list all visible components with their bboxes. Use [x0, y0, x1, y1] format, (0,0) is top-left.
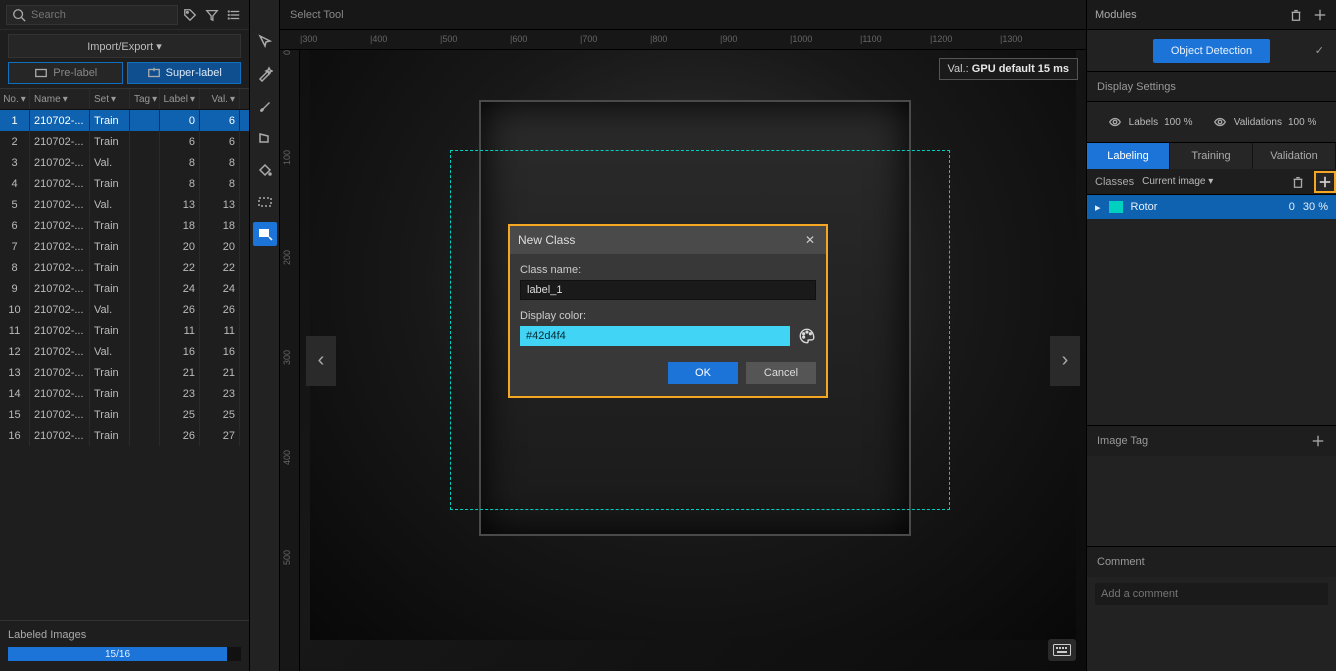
prelabel-icon: [33, 65, 49, 81]
tab-training[interactable]: Training: [1170, 143, 1253, 169]
progress-bar: 15/16: [8, 647, 241, 661]
col-name-header[interactable]: Name▾: [30, 89, 90, 109]
list-icon[interactable]: [226, 7, 242, 23]
class-item[interactable]: ▸ Rotor 0 30 %: [1087, 195, 1336, 219]
delete-class-icon[interactable]: [1290, 174, 1306, 190]
table-row[interactable]: 16210702-...Train2627: [0, 425, 249, 446]
modules-title: Modules: [1095, 9, 1137, 21]
tool-rect-select[interactable]: [253, 190, 277, 214]
comment-input[interactable]: [1095, 583, 1328, 605]
class-name-label: Class name:: [520, 264, 816, 276]
superlabel-label: Super-label: [166, 67, 222, 79]
color-preview[interactable]: #42d4f4: [520, 326, 790, 346]
new-class-dialog: New Class ✕ Class name: Display color: #…: [508, 224, 828, 398]
delete-module-icon[interactable]: [1288, 7, 1304, 23]
table-row[interactable]: 6210702-...Train1818: [0, 215, 249, 236]
tool-strip: [250, 0, 280, 671]
next-image-button[interactable]: ›: [1050, 336, 1080, 386]
class-pct: 30 %: [1303, 201, 1328, 213]
labeled-title: Labeled Images: [8, 629, 241, 641]
tab-validation[interactable]: Validation: [1253, 143, 1336, 169]
ok-button[interactable]: OK: [668, 362, 738, 384]
eye-icon: [1212, 114, 1228, 130]
validations-visibility[interactable]: Validations 100 %: [1212, 114, 1317, 130]
superlabel-button[interactable]: Super-label: [127, 62, 242, 84]
ruler-horizontal: |300|400|500|600|700|800|900|1000|1100|1…: [280, 30, 1086, 50]
table-row[interactable]: 14210702-...Train2323: [0, 383, 249, 404]
tool-cursor[interactable]: [253, 30, 277, 54]
left-panel: Import/Export ▾ Pre-label Super-label No…: [0, 0, 250, 671]
table-row[interactable]: 5210702-...Val.1313: [0, 194, 249, 215]
col-set-header[interactable]: Set▾: [90, 89, 130, 109]
col-tag-header[interactable]: Tag▾: [130, 89, 160, 109]
table-row[interactable]: 9210702-...Train2424: [0, 278, 249, 299]
expand-icon[interactable]: ▸: [1095, 201, 1101, 214]
keyboard-icon[interactable]: [1048, 639, 1076, 661]
table-row[interactable]: 7210702-...Train2020: [0, 236, 249, 257]
tag-icon[interactable]: [182, 7, 198, 23]
col-label-header[interactable]: Label▾: [160, 89, 200, 109]
table-row[interactable]: 11210702-...Train1111: [0, 320, 249, 341]
table-row[interactable]: 1210702-...Train06: [0, 110, 249, 131]
comment-header: Comment: [1087, 547, 1336, 577]
search-icon: [11, 7, 27, 23]
table-row[interactable]: 10210702-...Val.2626: [0, 299, 249, 320]
scope-dropdown[interactable]: Current image ▾: [1142, 176, 1213, 187]
col-no-header[interactable]: No.▾: [0, 89, 30, 109]
tool-polygon[interactable]: [253, 126, 277, 150]
labels-visibility[interactable]: Labels 100 %: [1107, 114, 1193, 130]
table-row[interactable]: 15210702-...Train2525: [0, 404, 249, 425]
add-class-button[interactable]: [1314, 171, 1336, 193]
dialog-title: New Class: [518, 233, 575, 247]
class-count: 0: [1289, 201, 1295, 213]
progress-text: 15/16: [8, 647, 227, 661]
cancel-button[interactable]: Cancel: [746, 362, 816, 384]
add-tag-icon[interactable]: [1310, 433, 1326, 449]
eye-icon: [1107, 114, 1123, 130]
table-row[interactable]: 8210702-...Train2222: [0, 257, 249, 278]
superlabel-icon: [146, 65, 162, 81]
modules-header: Modules: [1087, 0, 1336, 30]
col-val-header[interactable]: Val.▾: [200, 89, 240, 109]
table-row[interactable]: 3210702-...Val.88: [0, 152, 249, 173]
close-icon[interactable]: ✕: [802, 232, 818, 248]
display-settings-header: Display Settings: [1087, 72, 1336, 102]
display-color-label: Display color:: [520, 310, 816, 322]
labeled-footer: Labeled Images 15/16: [0, 620, 249, 671]
table-row[interactable]: 13210702-...Train2121: [0, 362, 249, 383]
import-export-button[interactable]: Import/Export ▾: [8, 34, 241, 58]
add-module-icon[interactable]: [1312, 7, 1328, 23]
right-panel: Modules Object Detection ✓ Display Setti…: [1086, 0, 1336, 671]
table-row[interactable]: 4210702-...Train88: [0, 173, 249, 194]
filter-icon[interactable]: [204, 7, 220, 23]
module-button[interactable]: Object Detection: [1153, 39, 1270, 63]
search-input[interactable]: [31, 9, 173, 21]
prev-image-button[interactable]: ‹: [306, 336, 336, 386]
image-table-body[interactable]: 1210702-...Train062210702-...Train663210…: [0, 110, 249, 620]
search-box[interactable]: [6, 5, 178, 25]
ruler-vertical: 0100200300400500: [280, 50, 300, 671]
class-swatch: [1109, 201, 1123, 213]
check-icon: ✓: [1315, 44, 1324, 57]
palette-icon[interactable]: [798, 327, 816, 345]
tool-bucket[interactable]: [253, 158, 277, 182]
class-name-input[interactable]: [520, 280, 816, 300]
validation-badge: Val.: GPU default 15 ms: [939, 58, 1078, 80]
image-table-header: No.▾ Name▾ Set▾ Tag▾ Label▾ Val.▾: [0, 88, 249, 110]
tab-labeling[interactable]: Labeling: [1087, 143, 1170, 169]
prelabel-label: Pre-label: [53, 67, 97, 79]
tool-title: Select Tool: [280, 0, 1086, 30]
image-tag-header: Image Tag: [1087, 426, 1336, 456]
table-row[interactable]: 12210702-...Val.1616: [0, 341, 249, 362]
tool-box[interactable]: [253, 222, 277, 246]
tool-brush[interactable]: [253, 94, 277, 118]
prelabel-button[interactable]: Pre-label: [8, 62, 123, 84]
table-row[interactable]: 2210702-...Train66: [0, 131, 249, 152]
classes-label: Classes: [1095, 176, 1134, 188]
class-name: Rotor: [1131, 201, 1158, 213]
tool-wand[interactable]: [253, 62, 277, 86]
